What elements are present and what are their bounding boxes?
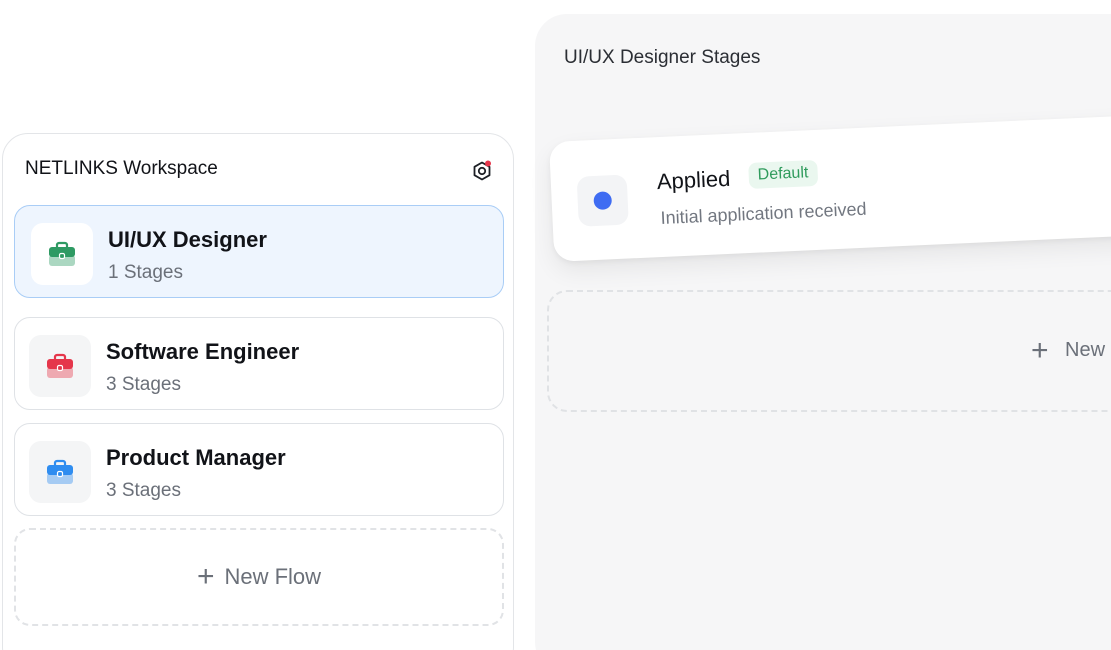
plus-icon: + [1031,334,1049,367]
new-flow-button[interactable]: + New Flow [14,528,504,626]
briefcase-icon [31,223,93,285]
flow-name: UI/UX Designer [108,227,267,252]
stage-card-applied[interactable]: Applied Default Initial application rece… [549,112,1111,262]
stages-panel-title: UI/UX Designer Stages [564,47,761,68]
stage-dot-icon [593,191,613,211]
stage-description: Initial application received [660,198,867,229]
briefcase-icon [29,441,91,503]
flow-stage-count: 3 Stages [106,480,181,501]
new-stage-label: New [1065,339,1106,361]
new-flow-label: New Flow [224,564,322,589]
stages-panel: UI/UX Designer Stages Applied Default In… [535,14,1111,650]
notification-dot [485,160,491,167]
app-canvas: NETLINKS Workspace UI/UX Designer 1 Stag… [0,0,1111,650]
plus-icon: + [196,560,215,593]
stage-color-indicator [576,174,629,227]
default-badge: Default [748,159,818,189]
workspace-panel: NETLINKS Workspace UI/UX Designer 1 Stag… [2,133,514,650]
flow-item-product-manager[interactable]: Product Manager 3 Stages [14,423,504,516]
flow-name: Software Engineer [106,339,300,364]
flow-stage-count: 3 Stages [106,374,181,395]
flow-name: Product Manager [106,445,286,470]
flow-item-software-engineer[interactable]: Software Engineer 3 Stages [14,317,504,410]
briefcase-icon [29,335,91,397]
flow-stage-count: 1 Stages [108,262,183,283]
stage-name: Applied [656,165,731,195]
workspace-title: NETLINKS Workspace [25,158,218,179]
new-stage-button[interactable]: + New [547,290,1111,412]
settings-hex-icon[interactable] [471,160,493,182]
flow-item-ui-ux-designer[interactable]: UI/UX Designer 1 Stages [14,205,504,298]
